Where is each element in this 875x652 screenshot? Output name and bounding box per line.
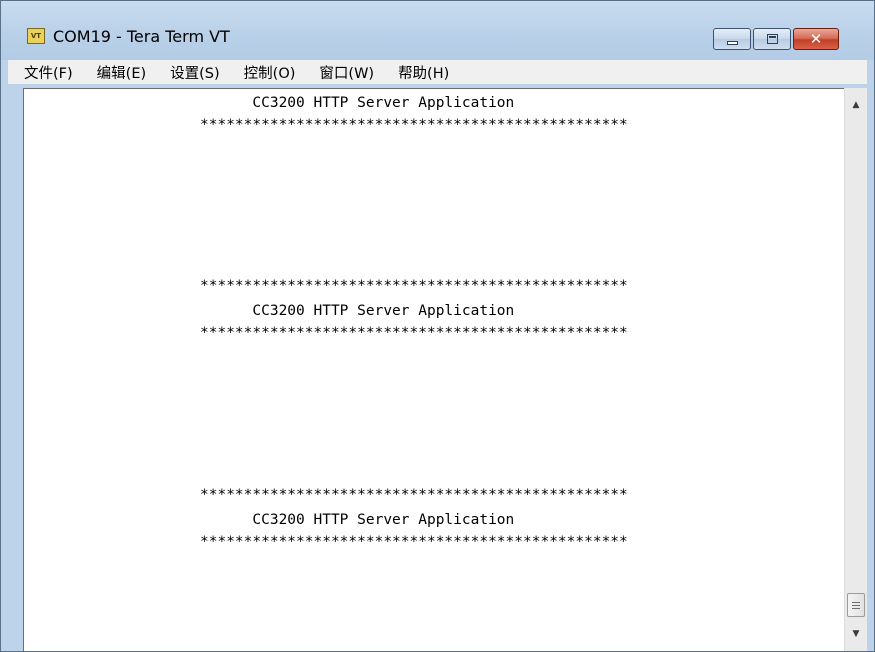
terminal-line: ****************************************…	[200, 278, 628, 294]
close-button[interactable]: ✕	[793, 28, 839, 50]
grip-line	[852, 608, 860, 609]
terminal-line: ****************************************…	[200, 534, 628, 550]
minimize-button[interactable]	[713, 28, 751, 50]
menu-file[interactable]: 文件(F)	[8, 62, 81, 83]
scroll-up-arrow-icon[interactable]: ▲	[845, 94, 867, 116]
menu-control[interactable]: 控制(O)	[228, 62, 304, 83]
window-title: COM19 - Tera Term VT	[53, 27, 230, 46]
scroll-down-arrow-icon[interactable]: ▼	[845, 623, 867, 645]
menu-bar: 文件(F) 编辑(E) 设置(S) 控制(O) 窗口(W) 帮助(H)	[8, 60, 867, 84]
vertical-scrollbar[interactable]: ▲ ▼	[844, 88, 867, 651]
menu-window[interactable]: 窗口(W)	[303, 62, 382, 83]
terminal-line: CC3200 HTTP Server Application	[200, 95, 515, 111]
title-bar[interactable]: VT COM19 - Tera Term VT ✕	[1, 1, 874, 60]
terminal-line: CC3200 HTTP Server Application	[200, 303, 515, 319]
grip-line	[852, 605, 860, 606]
menu-setup[interactable]: 设置(S)	[154, 62, 228, 83]
tera-term-window: VT COM19 - Tera Term VT ✕ 文件(F) 编辑(E) 设置…	[0, 0, 875, 652]
maximize-icon	[767, 34, 778, 44]
terminal-output[interactable]: CC3200 HTTP Server Application *********…	[23, 88, 844, 651]
scroll-thumb[interactable]	[847, 593, 865, 617]
caption-buttons: ✕	[713, 28, 839, 50]
minimize-icon	[727, 41, 738, 45]
menu-help[interactable]: 帮助(H)	[382, 62, 457, 83]
tera-term-app-icon[interactable]: VT	[27, 28, 45, 44]
maximize-button[interactable]	[753, 28, 791, 50]
grip-line	[852, 602, 860, 603]
close-icon: ✕	[809, 30, 823, 48]
terminal-line: CC3200 HTTP Server Application	[200, 512, 515, 528]
terminal-line: ****************************************…	[200, 325, 628, 341]
terminal-line: ****************************************…	[200, 117, 628, 133]
terminal-line: ****************************************…	[200, 487, 628, 503]
menu-edit[interactable]: 编辑(E)	[81, 62, 154, 83]
